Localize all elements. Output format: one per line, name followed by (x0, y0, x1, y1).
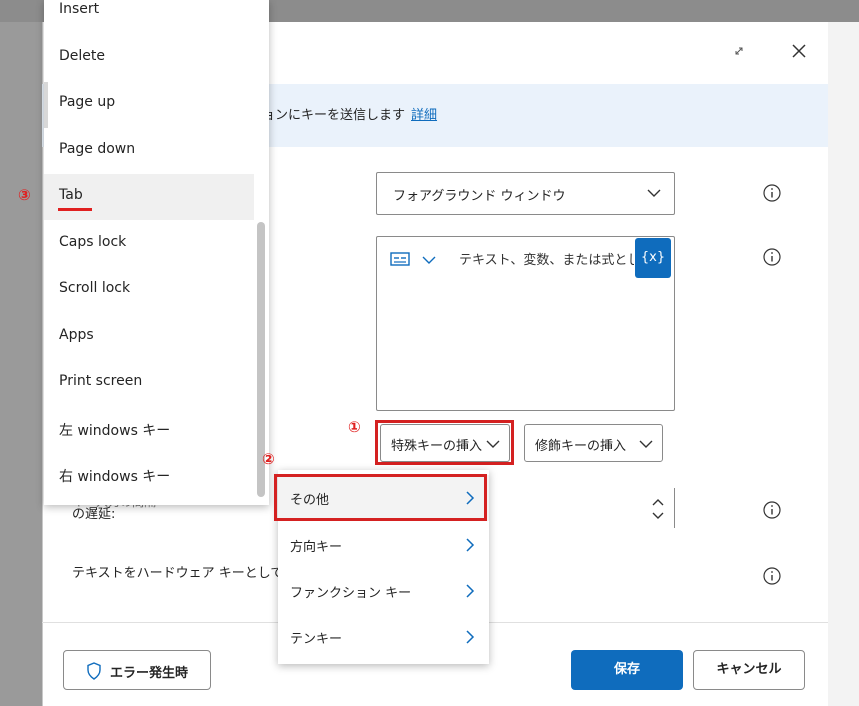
list-item[interactable]: Page down (44, 128, 254, 174)
insert-modifier-key-button[interactable]: 修飾キーの挿入 (524, 424, 663, 462)
shield-icon (87, 662, 101, 680)
hardware-keys-label: テキストをハードウェア キーとして送信 (72, 566, 282, 581)
background-window-left (0, 22, 42, 706)
annotation-box-2 (274, 474, 487, 521)
menu-item-arrow-keys[interactable]: 方向キー (278, 522, 489, 568)
info-icon[interactable] (762, 247, 782, 267)
window-select[interactable]: フォアグラウンド ウィンドウ (376, 172, 675, 215)
list-item-label: Delete (59, 48, 105, 64)
list-item[interactable]: Print screen (44, 360, 254, 406)
insert-variable-button[interactable]: {x} (635, 238, 671, 278)
chevron-down-icon[interactable] (421, 252, 437, 268)
chevron-right-icon (466, 538, 475, 552)
menu-item-label: ファンクション キー (290, 586, 412, 601)
banner-text: ョンにキーを送信します 詳細 (262, 104, 437, 123)
special-key-list: Insert Delete Page up Page down Tab Caps… (44, 0, 269, 505)
delay-label: の遅延: (72, 507, 116, 522)
chevron-right-icon (466, 630, 475, 644)
list-item-label: Caps lock (59, 234, 127, 250)
keyboard-icon[interactable] (390, 251, 410, 267)
menu-item-label: テンキー (290, 632, 343, 647)
chevron-down-icon (647, 189, 661, 197)
list-item-tab[interactable]: Tab (44, 174, 254, 220)
menu-item-label: 方向キー (290, 540, 343, 555)
list-item[interactable]: Caps lock (44, 221, 254, 267)
menu-item-numpad[interactable]: テンキー (278, 614, 489, 660)
annotation-underline-3 (58, 208, 92, 211)
list-item-label: Page up (59, 94, 116, 110)
list-item-label: Tab (59, 187, 83, 203)
banner-description: ョンにキーを送信します (262, 108, 406, 123)
list-item[interactable]: 右 windows キー (44, 453, 254, 499)
list-item[interactable]: Delete (44, 35, 254, 81)
delay-input[interactable] (488, 488, 675, 528)
details-link[interactable]: 詳細 (411, 108, 437, 123)
callout-1: ① (348, 418, 361, 436)
info-icon[interactable] (762, 183, 782, 203)
callout-2: ② (262, 450, 275, 468)
list-item-label: Page down (59, 141, 136, 157)
list-item-label: 左 windows キー (59, 423, 171, 439)
list-item[interactable]: Apps (44, 314, 254, 360)
background-window-right (828, 22, 859, 706)
text-to-send-input[interactable]: テキスト、変数、または式とし (376, 236, 675, 411)
window-select-value: フォアグラウンド ウィンドウ (393, 189, 566, 204)
on-error-button[interactable]: エラー発生時 (63, 650, 211, 690)
annotation-box-1 (375, 420, 514, 465)
list-item-label: Print screen (59, 373, 143, 389)
on-error-label: エラー発生時 (110, 666, 189, 681)
cancel-button[interactable]: キャンセル (693, 650, 805, 690)
save-button[interactable]: 保存 (571, 650, 683, 690)
info-icon[interactable] (762, 566, 782, 586)
list-item[interactable]: Scroll lock (44, 267, 254, 313)
callout-3: ③ (18, 186, 31, 204)
list-item-label: Scroll lock (59, 280, 131, 296)
modifier-key-label: 修飾キーの挿入 (535, 439, 627, 454)
info-icon[interactable] (762, 500, 782, 520)
spinner-icon[interactable] (648, 494, 668, 524)
list-item-label: 右 windows キー (59, 469, 171, 485)
text-input-placeholder: テキスト、変数、または式とし (459, 253, 634, 268)
list-item[interactable]: 左 windows キー (44, 407, 254, 453)
list-item[interactable]: Insert (44, 0, 254, 34)
list-item-label: Insert (59, 1, 100, 17)
list-item-label: Apps (59, 327, 94, 343)
chevron-right-icon (466, 584, 475, 598)
expand-icon[interactable] (728, 40, 750, 62)
menu-item-function-keys[interactable]: ファンクション キー (278, 568, 489, 614)
close-icon[interactable] (786, 38, 812, 64)
list-item[interactable]: Page up (44, 81, 254, 127)
chevron-down-icon (639, 440, 653, 448)
